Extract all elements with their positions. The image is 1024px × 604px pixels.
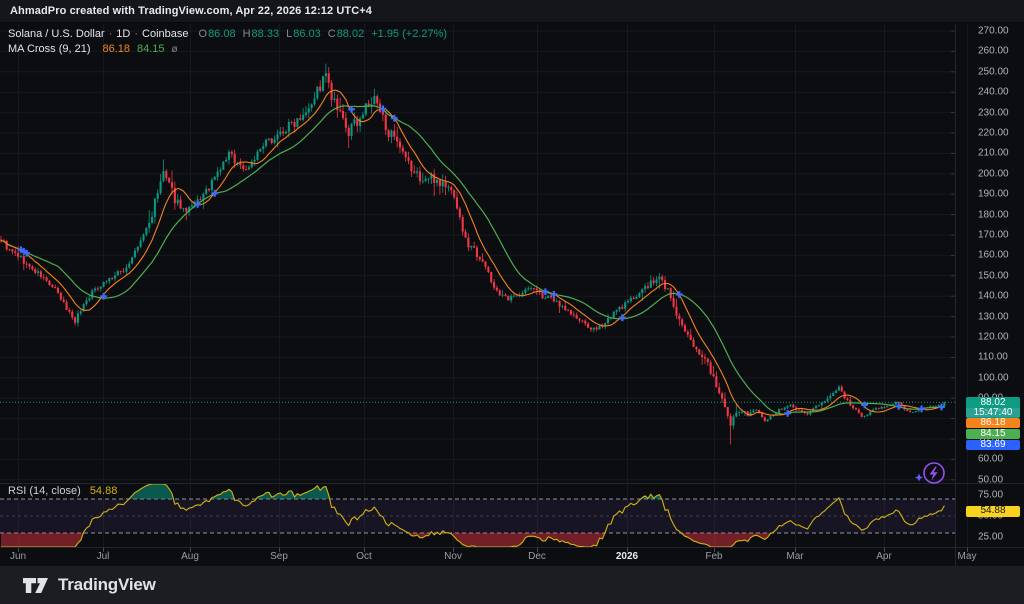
- price-tick-label: 250.00: [978, 66, 1009, 77]
- separator-dot: ·: [134, 27, 138, 42]
- price-tick-label: 170.00: [978, 230, 1009, 241]
- price-tick-label: 180.00: [978, 209, 1009, 220]
- low-key: L: [286, 28, 292, 40]
- ma-lines: [1, 90, 944, 415]
- time-tick-label: Feb: [705, 551, 722, 562]
- high-key: H: [243, 28, 251, 40]
- rsi-tick-label: 25.00: [978, 532, 1003, 543]
- time-tick-label: Aug: [181, 551, 199, 562]
- indicator-name[interactable]: MA Cross: [8, 42, 56, 57]
- rsi-band: [0, 499, 955, 533]
- price-tick-label: 220.00: [978, 128, 1009, 139]
- price-tick-label: 160.00: [978, 250, 1009, 261]
- low-value: 86.03: [293, 28, 321, 40]
- price-tick-label: 60.00: [978, 454, 1003, 465]
- ma-fast-badge: 86.18: [966, 418, 1020, 429]
- ma-slow-line: [1, 106, 944, 414]
- sparkle-icon: [915, 474, 923, 482]
- high-value: 88.33: [252, 28, 280, 40]
- attribution-text: AhmadPro created with TradingView.com, A…: [10, 5, 372, 17]
- open-value: 86.08: [208, 28, 236, 40]
- rsi-name[interactable]: RSI (14, close): [8, 485, 81, 497]
- open-key: O: [199, 28, 208, 40]
- price-tick-label: 150.00: [978, 270, 1009, 281]
- attribution-bar: AhmadPro created with TradingView.com, A…: [0, 0, 1024, 23]
- rsi-value: 54.88: [90, 485, 118, 497]
- ma-slow-badge: 84.15: [966, 429, 1020, 440]
- brand-name[interactable]: TradingView: [58, 575, 156, 595]
- time-tick-label: Oct: [356, 551, 372, 562]
- time-tick-label: Sep: [270, 551, 288, 562]
- ma-fast-line: [1, 90, 944, 415]
- time-tick-label: Dec: [528, 551, 546, 562]
- rsi-value-badge: 54.88: [966, 506, 1020, 517]
- grid-lines: [0, 24, 968, 547]
- price-tick-label: 200.00: [978, 168, 1009, 179]
- price-tick-label: 240.00: [978, 87, 1009, 98]
- price-tick-label: 120.00: [978, 332, 1009, 343]
- time-tick-label: 2026: [616, 551, 638, 562]
- separator-dot: ·: [109, 27, 113, 42]
- ma-cross-markers: [18, 105, 945, 416]
- candles: [0, 64, 945, 445]
- time-tick-label: Apr: [876, 551, 892, 562]
- change-value: +1.95 (+2.27%): [371, 27, 447, 42]
- close-value: 88.02: [337, 28, 365, 40]
- price-tick-label: 130.00: [978, 311, 1009, 322]
- symbol-row: Solana / U.S. Dollar · 1D · Coinbase O86…: [8, 27, 447, 42]
- ohlc-values: O86.08 H88.33 L86.03 C88.02 +1.95 (+2.27…: [199, 27, 448, 42]
- boost-lightning-icon[interactable]: [912, 458, 952, 490]
- cross-level-badge: 83.69: [966, 440, 1020, 451]
- time-tick-label: Jul: [97, 551, 110, 562]
- price-tick-label: 110.00: [978, 352, 1008, 363]
- rsi-tick-label: 75.00: [978, 489, 1003, 500]
- ma-slow-value: 84.15: [137, 42, 165, 57]
- price-tick-label: 260.00: [978, 46, 1009, 57]
- close-key: C: [328, 28, 336, 40]
- price-tick-label: 210.00: [978, 148, 1009, 159]
- price-tick-label: 270.00: [978, 26, 1009, 37]
- tradingview-logo-icon[interactable]: [22, 577, 49, 594]
- time-tick-label: Mar: [786, 551, 803, 562]
- indicator-row: MA Cross (9, 21) 86.18 84.15 ø: [8, 42, 447, 57]
- ma-fast-value: 86.18: [102, 42, 130, 57]
- rsi-legend: RSI (14, close) 54.88: [8, 485, 117, 497]
- price-tick-label: 50.00: [978, 474, 1003, 485]
- price-tick-label: 190.00: [978, 189, 1009, 200]
- price-tick-label: 230.00: [978, 107, 1009, 118]
- tradingview-snapshot: AhmadPro created with TradingView.com, A…: [0, 0, 1024, 604]
- chart-legend: Solana / U.S. Dollar · 1D · Coinbase O86…: [8, 27, 447, 57]
- time-tick-label: Nov: [444, 551, 462, 562]
- lightning-bolt-icon: [930, 467, 938, 481]
- muted-eye-icon[interactable]: ø: [172, 42, 178, 57]
- brand-bar: TradingView: [0, 566, 1024, 604]
- chart-canvas[interactable]: [0, 0, 1024, 604]
- price-tick-label: 100.00: [978, 372, 1009, 383]
- symbol-title[interactable]: Solana / U.S. Dollar: [8, 27, 105, 42]
- price-tick-label: 140.00: [978, 291, 1009, 302]
- time-tick-label: Jun: [10, 551, 26, 562]
- exchange-label[interactable]: Coinbase: [142, 27, 188, 42]
- interval-label[interactable]: 1D: [116, 27, 130, 42]
- time-tick-label: May: [958, 551, 977, 562]
- indicator-params: (9, 21): [59, 42, 91, 57]
- last-price-badge: 88.02 15:47:40: [966, 397, 1020, 418]
- candle-countdown: 15:47:40: [966, 408, 1020, 418]
